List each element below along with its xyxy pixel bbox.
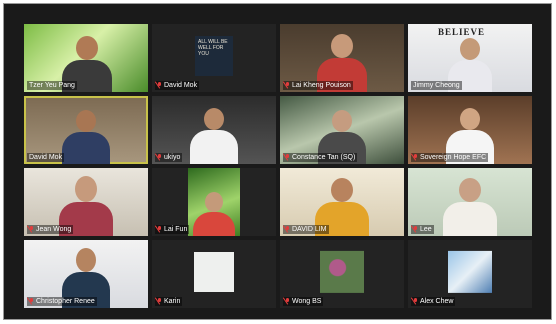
participant-name: David Mok bbox=[155, 81, 200, 90]
mic-muted-icon bbox=[413, 226, 418, 232]
participant-name: Wong BS bbox=[283, 297, 324, 306]
mic-muted-icon bbox=[157, 226, 162, 232]
participant-name: Sovereign Hope EFC bbox=[411, 153, 489, 162]
video-tile[interactable]: DAVID LIM bbox=[280, 168, 404, 236]
video-tile-active-speaker[interactable]: David Mok bbox=[24, 96, 148, 164]
book-cover-avatar: ALL WILL BE WELL FOR YOU bbox=[195, 36, 233, 76]
video-tile[interactable]: BELIEVE Jimmy Cheong bbox=[408, 24, 532, 92]
video-tile[interactable]: Christopher Renee bbox=[24, 240, 148, 308]
participant-name: ukiyo bbox=[155, 153, 183, 162]
bird-profile-picture bbox=[448, 250, 492, 293]
video-tile[interactable]: Lai Kheng Pouison bbox=[280, 24, 404, 92]
participant-name: Lai Fun bbox=[155, 225, 190, 234]
participant-name: Jimmy Cheong bbox=[411, 81, 462, 90]
participant-name: Jean Wong bbox=[27, 225, 74, 234]
participant-grid: Tzer Yeu Pang ALL WILL BE WELL FOR YOU D… bbox=[24, 24, 534, 310]
video-tile[interactable]: Lee bbox=[408, 168, 532, 236]
video-tile[interactable]: ukiyo bbox=[152, 96, 276, 164]
mic-muted-icon bbox=[285, 226, 290, 232]
mic-muted-icon bbox=[413, 298, 418, 304]
video-tile[interactable]: Jean Wong bbox=[24, 168, 148, 236]
video-tile[interactable]: Wong BS bbox=[280, 240, 404, 308]
video-tile[interactable]: Lai Fun bbox=[152, 168, 276, 236]
participant-name: Karin bbox=[155, 297, 183, 306]
video-tile[interactable]: Sovereign Hope EFC bbox=[408, 96, 532, 164]
background-text: BELIEVE bbox=[438, 27, 486, 37]
participant-name: Christopher Renee bbox=[27, 297, 97, 306]
participant-name: DAVID LIM bbox=[283, 225, 329, 234]
orchid-profile-picture bbox=[320, 250, 364, 293]
mic-muted-icon bbox=[157, 154, 162, 160]
mic-muted-icon bbox=[285, 82, 290, 88]
mic-muted-icon bbox=[29, 298, 34, 304]
video-tile[interactable]: ALL WILL BE WELL FOR YOU David Mok bbox=[152, 24, 276, 92]
mic-muted-icon bbox=[29, 226, 34, 232]
mic-muted-icon bbox=[157, 82, 162, 88]
participant-name: Alex Chew bbox=[411, 297, 456, 306]
video-tile[interactable]: Tzer Yeu Pang bbox=[24, 24, 148, 92]
profile-picture bbox=[194, 252, 234, 292]
book-cover-text: ALL WILL BE WELL FOR YOU bbox=[198, 39, 228, 57]
video-tile[interactable]: Alex Chew bbox=[408, 240, 532, 308]
mic-muted-icon bbox=[413, 154, 418, 160]
participant-name: Constance Tan (SQ) bbox=[283, 153, 358, 162]
participant-name: Lai Kheng Pouison bbox=[283, 81, 353, 90]
participant-name: Tzer Yeu Pang bbox=[27, 81, 77, 90]
participant-name: Lee bbox=[411, 225, 434, 234]
mic-muted-icon bbox=[157, 298, 162, 304]
mic-muted-icon bbox=[285, 298, 290, 304]
mic-muted-icon bbox=[285, 154, 290, 160]
video-tile[interactable]: Constance Tan (SQ) bbox=[280, 96, 404, 164]
participant-name: David Mok bbox=[27, 153, 65, 162]
video-tile[interactable]: Karin bbox=[152, 240, 276, 308]
video-gallery-window: Tzer Yeu Pang ALL WILL BE WELL FOR YOU D… bbox=[3, 3, 552, 320]
